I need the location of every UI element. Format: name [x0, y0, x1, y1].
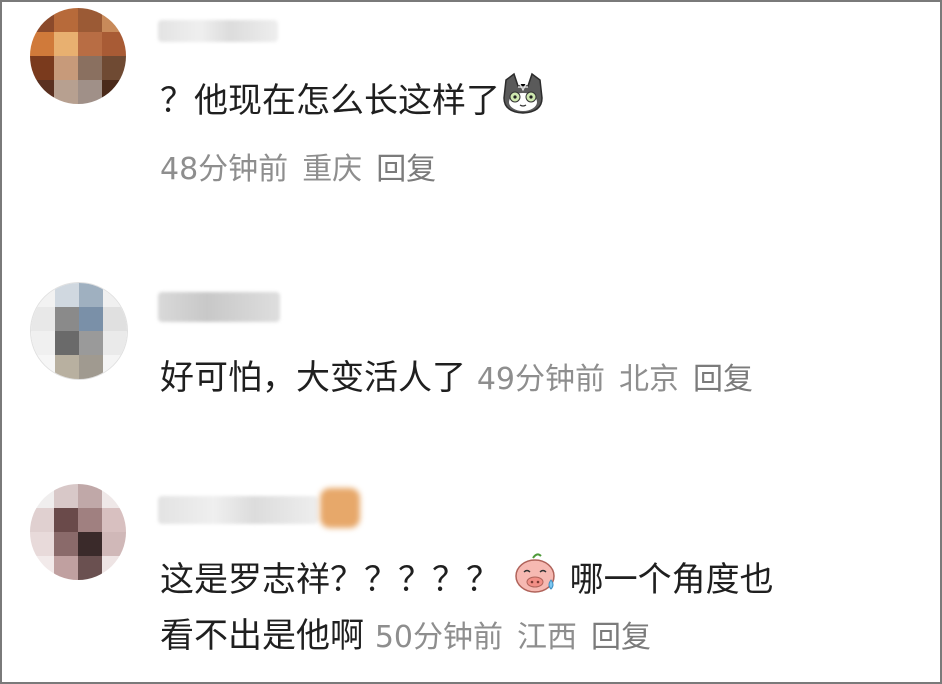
avatar[interactable] [30, 484, 126, 580]
pig-sweat-sticker-icon [511, 550, 559, 613]
comment-text-content-tail: 哪一个角度也 [569, 560, 774, 600]
cat-sticker-icon [500, 72, 546, 133]
comment-text-content: ？他现在怎么长这样了 [160, 81, 500, 121]
comment-panel: ？他现在怎么长这样了 48分钟前 重庆 回复 好可怕，大变活人了 49分钟前 北… [0, 0, 942, 684]
reply-button[interactable]: 回复 [591, 620, 651, 655]
username-badge-blurred [320, 488, 360, 528]
comment-text: ？他现在怎么长这样了 [160, 72, 546, 133]
username-blurred[interactable] [158, 496, 318, 524]
comment-meta: 48分钟前 重庆 回复 [160, 144, 436, 188]
comment-location: 北京 [619, 362, 679, 397]
username-blurred[interactable] [158, 292, 280, 322]
avatar[interactable] [30, 282, 128, 380]
comment-location: 重庆 [302, 152, 363, 187]
comment-text: 好可怕，大变活人了 49分钟前 北京 回复 [160, 350, 753, 408]
comment-text-content: 这是罗志祥？？？？？ [160, 560, 500, 600]
avatar[interactable] [30, 8, 126, 104]
comment-location: 江西 [517, 620, 577, 655]
comment-time: 50分钟前 [374, 620, 503, 655]
comment-text-line-2: 看不出是他啊 50分钟前 江西 回复 [160, 608, 651, 666]
comment-time: 48分钟前 [160, 152, 289, 187]
comment-text-content-line-2: 看不出是他啊 [160, 616, 364, 656]
comment-text-line-1: 这是罗志祥？？？？？ 哪一个角度也 [160, 550, 774, 613]
reply-button[interactable]: 回复 [376, 152, 436, 187]
username-blurred[interactable] [158, 20, 278, 42]
comment-time: 49分钟前 [476, 362, 605, 397]
reply-button[interactable]: 回复 [693, 362, 753, 397]
comment-text-content: 好可怕，大变活人了 [160, 358, 466, 398]
